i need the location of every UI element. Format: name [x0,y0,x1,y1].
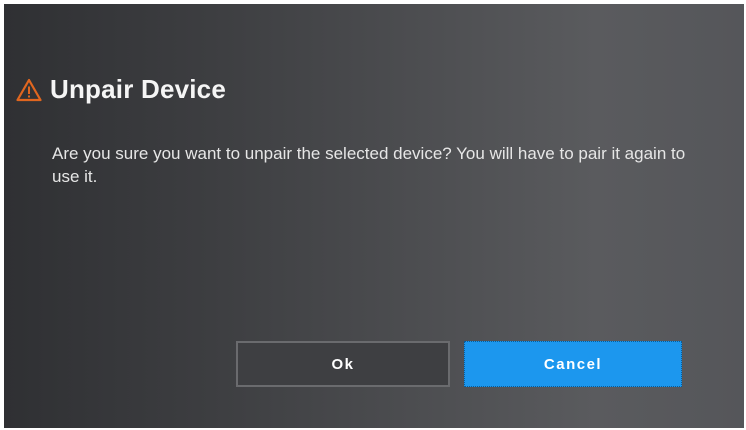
cancel-button[interactable]: Cancel [464,341,682,387]
dialog-message: Are you sure you want to unpair the sele… [52,144,686,186]
warning-icon [16,78,42,102]
dialog-title: Unpair Device [50,74,227,104]
ok-button[interactable]: Ok [236,341,450,387]
dialog-header: Unpair Device [16,74,226,105]
unpair-device-dialog: Unpair Device Are you sure you want to u… [4,4,744,428]
